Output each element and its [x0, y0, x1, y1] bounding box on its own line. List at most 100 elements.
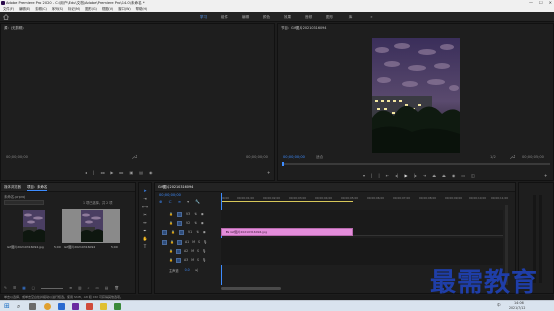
- project-item-thumbnail[interactable]: [23, 210, 45, 242]
- mute-button[interactable]: M: [191, 258, 194, 262]
- step-back-icon[interactable]: ◂◂: [100, 170, 104, 175]
- freeform-view-icon[interactable]: ▢: [32, 286, 35, 290]
- extract-icon[interactable]: ⏏: [442, 173, 446, 178]
- track-target-v2[interactable]: [176, 220, 182, 226]
- mark-out-icon[interactable]: |: [93, 170, 94, 175]
- source-patch-v1[interactable]: [162, 229, 167, 235]
- skip-icon[interactable]: ▸|: [196, 268, 199, 272]
- tab-project[interactable]: 项目：未命名: [26, 183, 48, 191]
- trash-icon[interactable]: 🗑: [114, 286, 119, 290]
- lock-icon[interactable]: 🔒: [169, 221, 173, 225]
- mark-in-icon[interactable]: ◂: [85, 170, 87, 175]
- timeline-tab[interactable]: Gif图片20210316094: [155, 183, 515, 192]
- sync-lock-icon[interactable]: ⇅: [194, 221, 197, 225]
- workspace-tab-libraries[interactable]: 库: [340, 12, 361, 22]
- selection-tool-icon[interactable]: ➤: [143, 188, 146, 193]
- project-item-thumbnail[interactable]: [81, 210, 103, 242]
- list-view-icon[interactable]: ☰: [13, 286, 16, 290]
- mic-icon[interactable]: 🎙: [202, 258, 206, 262]
- add-button-program-icon[interactable]: +: [544, 173, 547, 178]
- track-target-a1[interactable]: [176, 239, 182, 245]
- snap-icon[interactable]: ⊂: [168, 199, 171, 204]
- step-forward-icon[interactable]: |▸: [414, 173, 417, 178]
- solo-button[interactable]: S: [197, 249, 199, 253]
- home-icon[interactable]: [3, 14, 9, 20]
- taskbar-date[interactable]: 2021/7/12: [509, 306, 525, 310]
- workspace-tab-assembly[interactable]: 组件: [214, 12, 235, 22]
- play-icon[interactable]: ▶: [404, 173, 407, 178]
- browser-icon[interactable]: [44, 303, 51, 310]
- track-target-v1[interactable]: [178, 229, 184, 235]
- hand-tool-icon[interactable]: ✋: [143, 236, 148, 241]
- program-playhead[interactable]: [282, 162, 284, 166]
- lock-icon[interactable]: 🔒: [171, 230, 175, 234]
- type-tool-icon[interactable]: T: [144, 244, 146, 249]
- folder-icon[interactable]: [100, 303, 107, 310]
- overwrite-icon[interactable]: ▤: [139, 170, 143, 175]
- compare-icon[interactable]: ▭: [461, 173, 465, 178]
- eye-icon[interactable]: ◉: [201, 212, 204, 216]
- insert-icon[interactable]: ▣: [129, 170, 133, 175]
- timeline-horizontal-scrollbar[interactable]: [221, 287, 281, 290]
- mic-icon[interactable]: 🎙: [203, 240, 207, 244]
- premiere-taskbar-icon[interactable]: [72, 303, 79, 310]
- wechat-icon[interactable]: [114, 303, 121, 310]
- track-target-a3[interactable]: [175, 257, 181, 263]
- nest-icon[interactable]: ⊕: [159, 199, 162, 204]
- linked-selection-icon[interactable]: ∞: [178, 199, 181, 204]
- slip-tool-icon[interactable]: ↔: [143, 220, 146, 225]
- step-back-icon[interactable]: ◂|: [395, 173, 398, 178]
- solo-button[interactable]: S: [198, 240, 200, 244]
- vr-icon[interactable]: ◫: [471, 173, 475, 178]
- search-icon[interactable]: ⌕: [87, 286, 89, 290]
- go-to-out-icon[interactable]: ⇥: [423, 173, 426, 178]
- mute-button[interactable]: M: [191, 249, 194, 253]
- taskbar-time[interactable]: 14:06: [514, 301, 524, 305]
- lock-icon[interactable]: 🔒: [170, 240, 174, 244]
- new-item-icon[interactable]: ▤: [105, 286, 108, 290]
- mark-in-icon[interactable]: ▾: [363, 173, 365, 178]
- step-forward-icon[interactable]: ▸▸: [119, 170, 123, 175]
- play-icon[interactable]: ▶: [110, 170, 113, 175]
- icon-view-icon[interactable]: ▦: [22, 286, 25, 290]
- wrench-icon[interactable]: [131, 154, 137, 160]
- track-target-v3[interactable]: [176, 211, 182, 217]
- pencil-icon[interactable]: ✎: [4, 286, 7, 290]
- export-frame-icon[interactable]: ◉: [452, 173, 456, 178]
- new-bin-icon[interactable]: ▭: [96, 286, 99, 290]
- workspace-tab-learn[interactable]: 学习: [193, 12, 214, 22]
- sync-lock-icon[interactable]: ⇅: [196, 230, 199, 234]
- workspace-tab-effects[interactable]: 效果: [277, 12, 298, 22]
- sort-icon[interactable]: ≡: [69, 286, 72, 290]
- solo-button[interactable]: S: [197, 258, 199, 262]
- sync-lock-icon[interactable]: ⇅: [194, 212, 197, 216]
- lift-icon[interactable]: ⏏: [432, 173, 436, 178]
- lock-icon[interactable]: 🔒: [169, 249, 173, 253]
- edge-icon[interactable]: [58, 303, 65, 310]
- pen-tool-icon[interactable]: ✒: [143, 228, 146, 233]
- work-area-bar[interactable]: [221, 201, 353, 202]
- track-select-tool-icon[interactable]: ⇥: [143, 196, 146, 201]
- zoom-fit-select[interactable]: 适合: [316, 155, 323, 160]
- video-clip[interactable]: fx Gif图片20210316094.jpg: [221, 228, 353, 236]
- lock-icon[interactable]: 🔒: [169, 258, 173, 262]
- mark-out-icon[interactable]: |: [371, 173, 372, 178]
- project-search-input[interactable]: [4, 200, 44, 205]
- resolution-select[interactable]: 1/2: [490, 155, 496, 159]
- program-timecode[interactable]: 00;00;00;00: [283, 155, 305, 159]
- ripple-edit-tool-icon[interactable]: ⟷: [142, 204, 148, 209]
- task-view-icon[interactable]: [29, 303, 36, 310]
- search-icon[interactable]: ⌕: [17, 303, 20, 311]
- audio-track-area[interactable]: [221, 238, 503, 265]
- app-taskbar-icon[interactable]: [86, 303, 93, 310]
- time-ruler[interactable]: 00;00 00;00;01;00 00;00;02;00 00;00;03;0…: [221, 194, 511, 203]
- export-frame-icon[interactable]: ◉: [149, 170, 153, 175]
- master-volume-value[interactable]: 0.0: [185, 268, 190, 272]
- workspace-tab-editing[interactable]: 编辑: [235, 12, 256, 22]
- eye-icon[interactable]: ◉: [201, 221, 204, 225]
- tab-media-browser[interactable]: 媒体浏览器: [4, 183, 21, 191]
- mic-icon[interactable]: 🎙: [202, 249, 206, 253]
- go-to-in-icon[interactable]: |: [378, 173, 379, 178]
- workspace-tab-graphics[interactable]: 图形: [319, 12, 340, 22]
- source-patch-a1[interactable]: [162, 239, 167, 245]
